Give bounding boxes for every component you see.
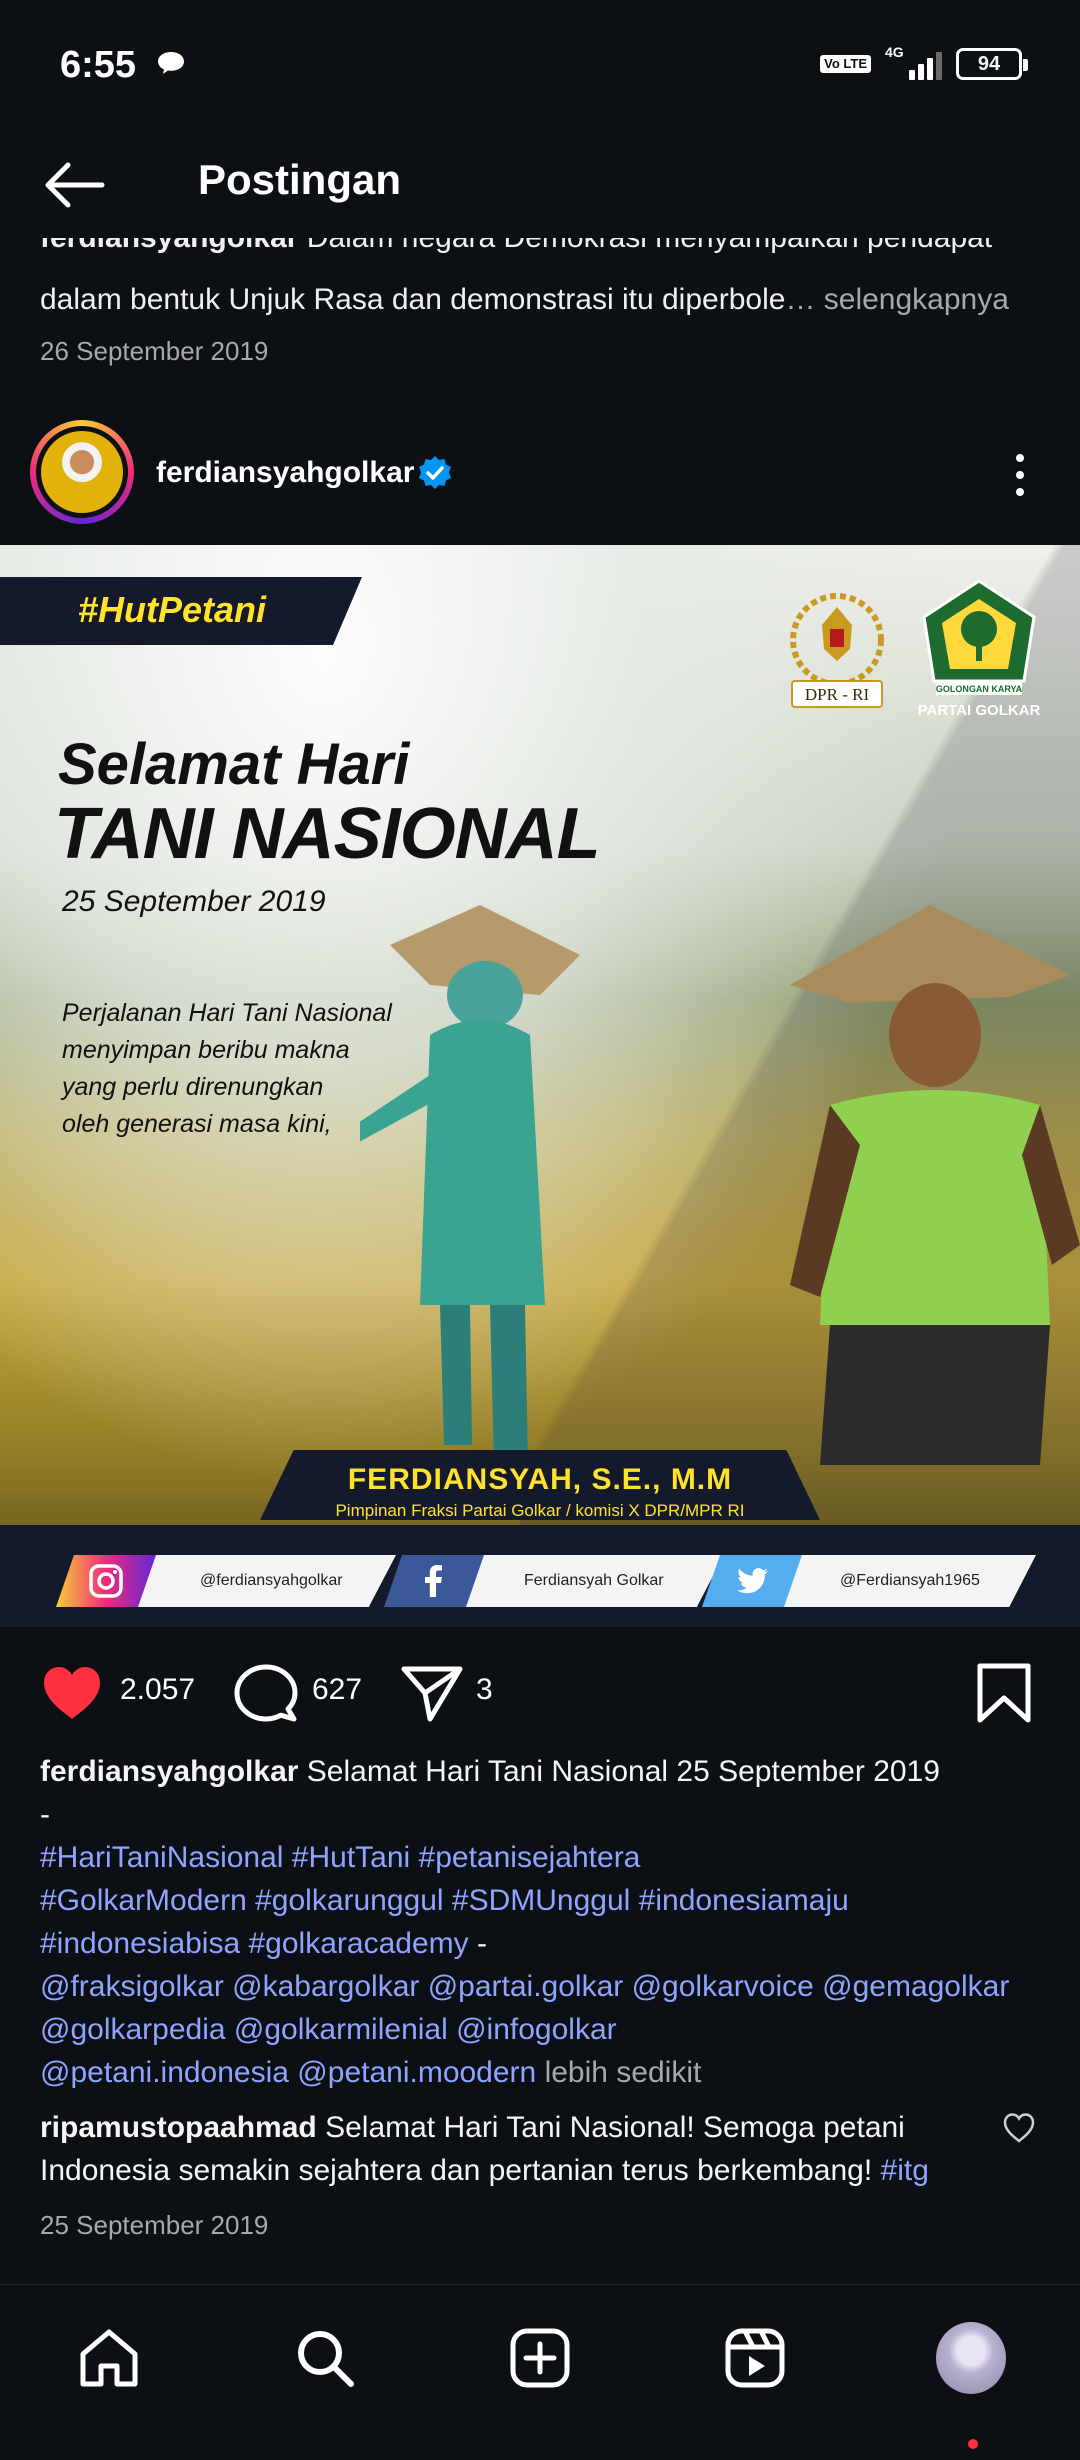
see-less-link[interactable]: lebih sedikit — [536, 2056, 702, 2089]
search-icon — [298, 2331, 354, 2387]
status-indicators: Vo LTE 4G 94 — [820, 44, 1028, 84]
page-title: Postingan — [198, 156, 402, 203]
nav-home[interactable] — [74, 2323, 144, 2393]
profile-avatar — [936, 2322, 1006, 2394]
nav-create[interactable] — [505, 2323, 575, 2393]
story-avatar[interactable] — [30, 420, 134, 524]
caption-username[interactable]: ferdiansyahgolkar — [40, 1755, 298, 1788]
caption-hashtags-3[interactable]: #indonesiabisa #golkaracademy — [40, 1927, 469, 1960]
verified-badge-icon — [419, 456, 451, 489]
comment-heart-icon[interactable] — [1002, 2112, 1036, 2144]
comment-icon[interactable] — [234, 1663, 298, 1723]
nav-profile[interactable] — [936, 2322, 1006, 2394]
caption-text: Selamat Hari Tani Nasional 25 September … — [306, 1755, 940, 1788]
like-count[interactable]: 2.057 — [120, 1673, 195, 1707]
back-arrow-icon[interactable] — [40, 150, 110, 220]
previous-post-caption[interactable]: ferdiansyahgolkar Dalam negara Demokrasi… — [40, 238, 1050, 318]
caption-mentions-2[interactable]: @golkarpedia @golkarmilenial @infogolkar — [40, 2008, 1050, 2051]
home-icon — [80, 2329, 138, 2387]
caption-mentions-1[interactable]: @fraksigolkar @kabargolkar @partai.golka… — [40, 1965, 1050, 2008]
poster-name-subtitle: Pimpinan Fraksi Partai Golkar / komisi X… — [335, 1501, 745, 1520]
comment-count[interactable]: 627 — [312, 1673, 362, 1707]
share-count[interactable]: 3 — [476, 1673, 493, 1707]
poster-name: FERDIANSYAH, S.E., M.M — [347, 1463, 733, 1496]
network-type: 4G — [885, 44, 904, 60]
status-bar: 6:55 Vo LTE 4G 94 — [0, 0, 1080, 130]
avatar — [41, 431, 123, 513]
bookmark-icon[interactable] — [972, 1663, 1036, 1723]
post-username[interactable]: ferdiansyahgolkar — [156, 456, 414, 490]
comment-hashtag[interactable]: #itg — [881, 2154, 929, 2187]
golkar-label-top: GOLONGAN KARYA — [936, 684, 1023, 694]
reels-icon — [725, 2328, 785, 2388]
facebook-handle: Ferdiansyah Golkar — [524, 1572, 664, 1589]
adult-farmer-illustration — [790, 905, 1080, 1465]
post-caption: ferdiansyahgolkar Selamat Hari Tani Nasi… — [40, 1750, 1050, 2094]
more-options-icon[interactable] — [1000, 450, 1040, 500]
instagram-handle: @ferdiansyahgolkar — [200, 1572, 343, 1589]
status-time: 6:55 — [60, 44, 137, 86]
golkar-label-bottom: PARTAI GOLKAR — [918, 702, 1041, 719]
volte-indicator: Vo LTE — [820, 55, 871, 73]
poster-title-line2: TANI NASIONAL — [54, 794, 601, 874]
twitter-handle: @Ferdiansyah1965 — [840, 1572, 980, 1589]
signal-icon: 4G — [885, 44, 942, 80]
bottom-nav — [0, 2284, 1080, 2460]
create-icon — [510, 2328, 570, 2388]
heart-filled-icon[interactable] — [40, 1663, 104, 1723]
battery-level: 94 — [977, 52, 1001, 75]
dpr-label: DPR - RI — [805, 685, 870, 704]
comment-username[interactable]: ripamustopaahmad — [40, 2111, 317, 2144]
caption-dash-2: - — [468, 1927, 487, 1960]
dpr-ri-logo-icon: DPR - RI — [790, 593, 884, 708]
post-date: 25 September 2019 — [40, 2210, 269, 2240]
child-farmer-illustration — [360, 905, 580, 1465]
golkar-logo-icon: GOLONGAN KARYA PARTAI GOLKAR — [918, 579, 1041, 719]
nav-reels[interactable] — [720, 2323, 790, 2393]
post-actions: 2.057 627 3 — [0, 1655, 1080, 1729]
caption-mentions-3[interactable]: @petani.indonesia @petani.moodern — [40, 2056, 536, 2089]
caption-hashtags-1[interactable]: #HariTaniNasional #HutTani #petanisejaht… — [40, 1836, 1050, 1879]
comment-item: ripamustopaahmad Selamat Hari Tani Nasio… — [40, 2106, 1000, 2192]
caption-dash: - — [40, 1798, 50, 1831]
see-more-link[interactable]: … selengkapnya — [785, 283, 1008, 316]
previous-post-date: 26 September 2019 — [40, 336, 269, 366]
post-header: ferdiansyahgolkar — [0, 420, 1080, 530]
caption-hashtags-2[interactable]: #GolkarModern #golkarunggul #SDMUnggul #… — [40, 1879, 1050, 1922]
post-image[interactable]: #HutPetani DPR - RI GOLONGAN KARYA PARTA… — [0, 545, 1080, 1627]
app-header: Postingan — [0, 130, 1080, 240]
chat-bubble-icon — [158, 52, 184, 74]
share-send-icon[interactable] — [400, 1663, 464, 1723]
nav-search[interactable] — [290, 2323, 360, 2393]
hashtag-banner-text: #HutPetani — [78, 589, 267, 630]
previous-caption-line1: ferdiansyahgolkar Dalam negara Demokrasi… — [40, 238, 992, 259]
battery-icon: 94 — [956, 48, 1028, 80]
poster-date: 25 September 2019 — [62, 885, 326, 918]
previous-caption-line2: dalam bentuk Unjuk Rasa dan demonstrasi … — [40, 283, 1009, 316]
poster-title-line1: Selamat Hari — [58, 732, 410, 797]
notification-dot — [968, 2439, 978, 2449]
